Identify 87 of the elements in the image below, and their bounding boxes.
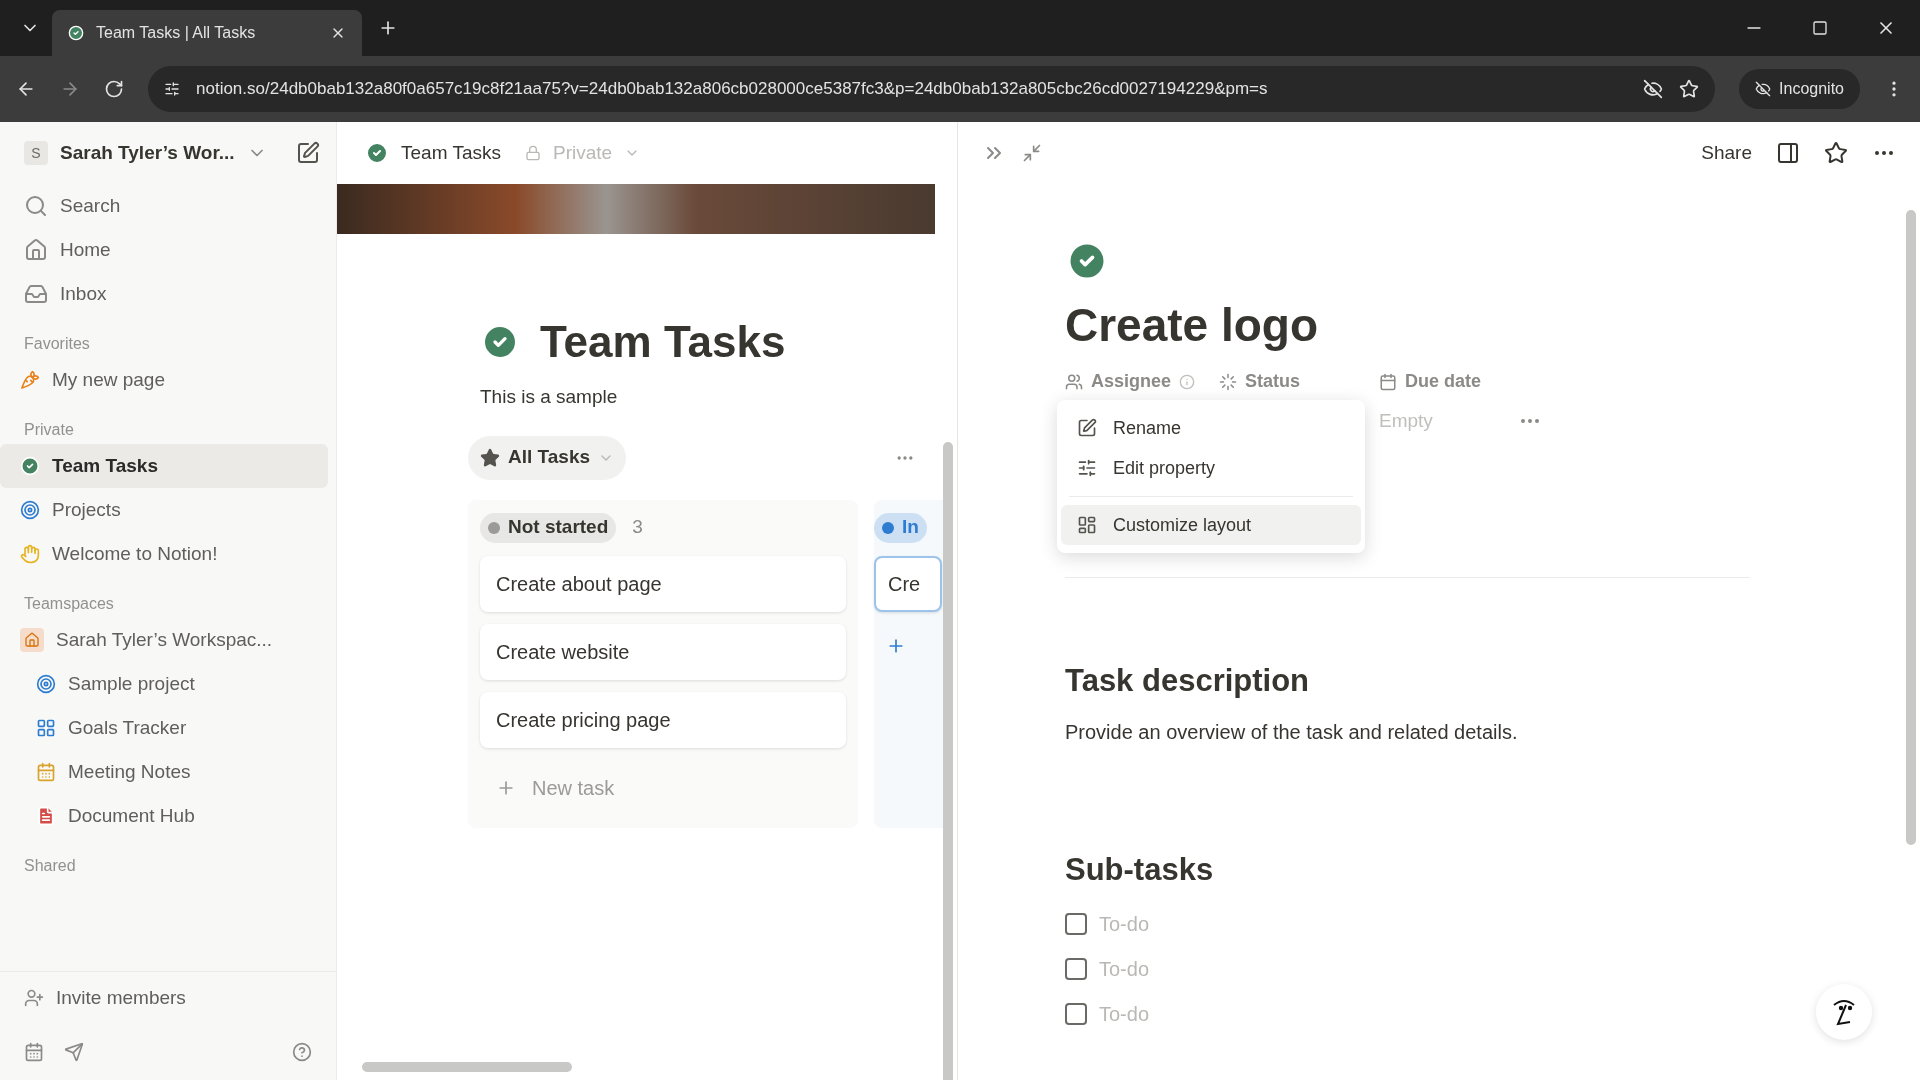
sidebar-item[interactable]: Meeting Notes [0,750,328,794]
sidebar-item[interactable]: Welcome to Notion! [0,532,328,576]
panel-icon[interactable] [1776,141,1800,165]
section-title: Teamspaces [23,594,115,614]
sidebar-item[interactable]: Sample project [0,662,328,706]
page-description: This is a sample [480,385,619,409]
checkbox[interactable] [1065,912,1087,935]
section-heading: Task description [1065,662,1311,700]
status-icon [1219,372,1237,391]
send-icon[interactable] [64,1042,84,1062]
sidebar-item[interactable]: Sarah Tyler’s Workspac... [0,618,328,662]
hand-icon [20,544,40,564]
scrollbar[interactable] [943,442,953,1080]
description-text: Provide an overview of the task and related details. [1065,719,1519,745]
checkbox[interactable] [1065,1002,1087,1025]
check-circle-icon [20,456,40,476]
status-tag: In [874,512,927,543]
lock-icon [524,145,541,161]
address-bar[interactable]: notion.so/24db0bab132a80f0a657c19c8f21aa75?v=24db0bab132a806cb028000ce5387fc3&p=24db0bab132a805cbc26cd0027194229&pm=s [148,66,1716,112]
section-heading: Sub-tasks [1065,850,1215,889]
task-title: Create logo [1065,298,1320,353]
menu-item[interactable]: Customize layout [1061,505,1361,545]
invite-members[interactable]: Invite members [0,972,336,1024]
workspace-avatar: S [24,141,48,165]
star-icon[interactable] [1824,141,1848,165]
people-icon [1065,372,1083,391]
checkbox[interactable] [1065,957,1087,980]
site-settings-icon [164,81,180,97]
share-button[interactable]: Share [1701,138,1752,168]
layout-icon [1077,515,1097,535]
inbox-icon [24,282,48,306]
calendar-icon [36,762,56,782]
incognito-badge[interactable]: Incognito [1739,69,1860,109]
sidebar-item[interactable]: Goals Tracker [0,706,328,750]
property-label[interactable]: Assignee [1065,368,1219,395]
scrollbar[interactable] [1906,210,1916,845]
view-tab[interactable]: All Tasks [468,435,627,480]
task-card[interactable]: Cre [874,555,942,612]
card-count: 3 [632,515,643,540]
home-icon [24,238,48,262]
page-title: Team Tasks [540,316,786,368]
task-card[interactable]: Create about page [480,555,846,612]
reload-icon[interactable] [104,79,124,99]
property-label[interactable]: Due date [1379,368,1482,395]
breadcrumb[interactable]: Team Tasks [401,138,501,168]
nav-item[interactable]: Home [0,228,336,272]
calendar-icon [1379,372,1397,391]
scrollbar[interactable] [362,1062,572,1072]
menu-item[interactable]: Rename [1061,408,1361,448]
info-icon [1179,373,1196,390]
section-title: Shared [23,856,77,876]
workspace-name[interactable]: Sarah Tyler’s Wor... [60,138,235,168]
task-card[interactable]: Create pricing page [480,691,846,748]
menu-item[interactable]: Edit property [1061,448,1361,488]
sidebar-item[interactable]: My new page [0,358,328,402]
section-title: Favorites [23,334,91,354]
nav-item[interactable]: Inbox [0,272,336,316]
edit-icon [1077,418,1097,438]
carrot-icon [20,370,40,390]
nav-item[interactable]: Search [0,184,336,228]
status-tag: Not started [480,512,617,543]
browser-tab[interactable]: Team Tasks | All Tasks [52,10,362,56]
collapse-icon[interactable] [1022,143,1042,163]
sidebar-item[interactable]: Team Tasks [0,444,328,488]
check-circle-icon [68,25,84,41]
grid-icon [36,718,56,738]
eye-off-icon[interactable] [1643,79,1664,99]
restore-icon[interactable] [1812,20,1828,36]
ai-assistant-button[interactable] [1816,984,1872,1040]
star-icon [480,447,500,468]
sidebar-item[interactable]: Document Hub [0,794,328,838]
calendar-icon[interactable] [24,1042,44,1062]
house-icon [20,628,44,652]
property-label[interactable]: Status [1219,368,1379,395]
target-icon [20,500,40,520]
target-icon [36,674,56,694]
document-icon [36,806,56,826]
section-title: Private [23,420,75,440]
task-card[interactable]: Create website [480,623,846,680]
check-circle-icon [365,141,389,165]
new-page-icon[interactable] [296,141,320,165]
user-plus-icon [24,988,44,1008]
help-icon[interactable] [292,1042,312,1062]
tab-title: Team Tasks | All Tasks [96,23,257,43]
sliders-icon [1077,458,1097,478]
sidebar-item[interactable]: Projects [0,488,328,532]
search-icon [24,194,48,218]
